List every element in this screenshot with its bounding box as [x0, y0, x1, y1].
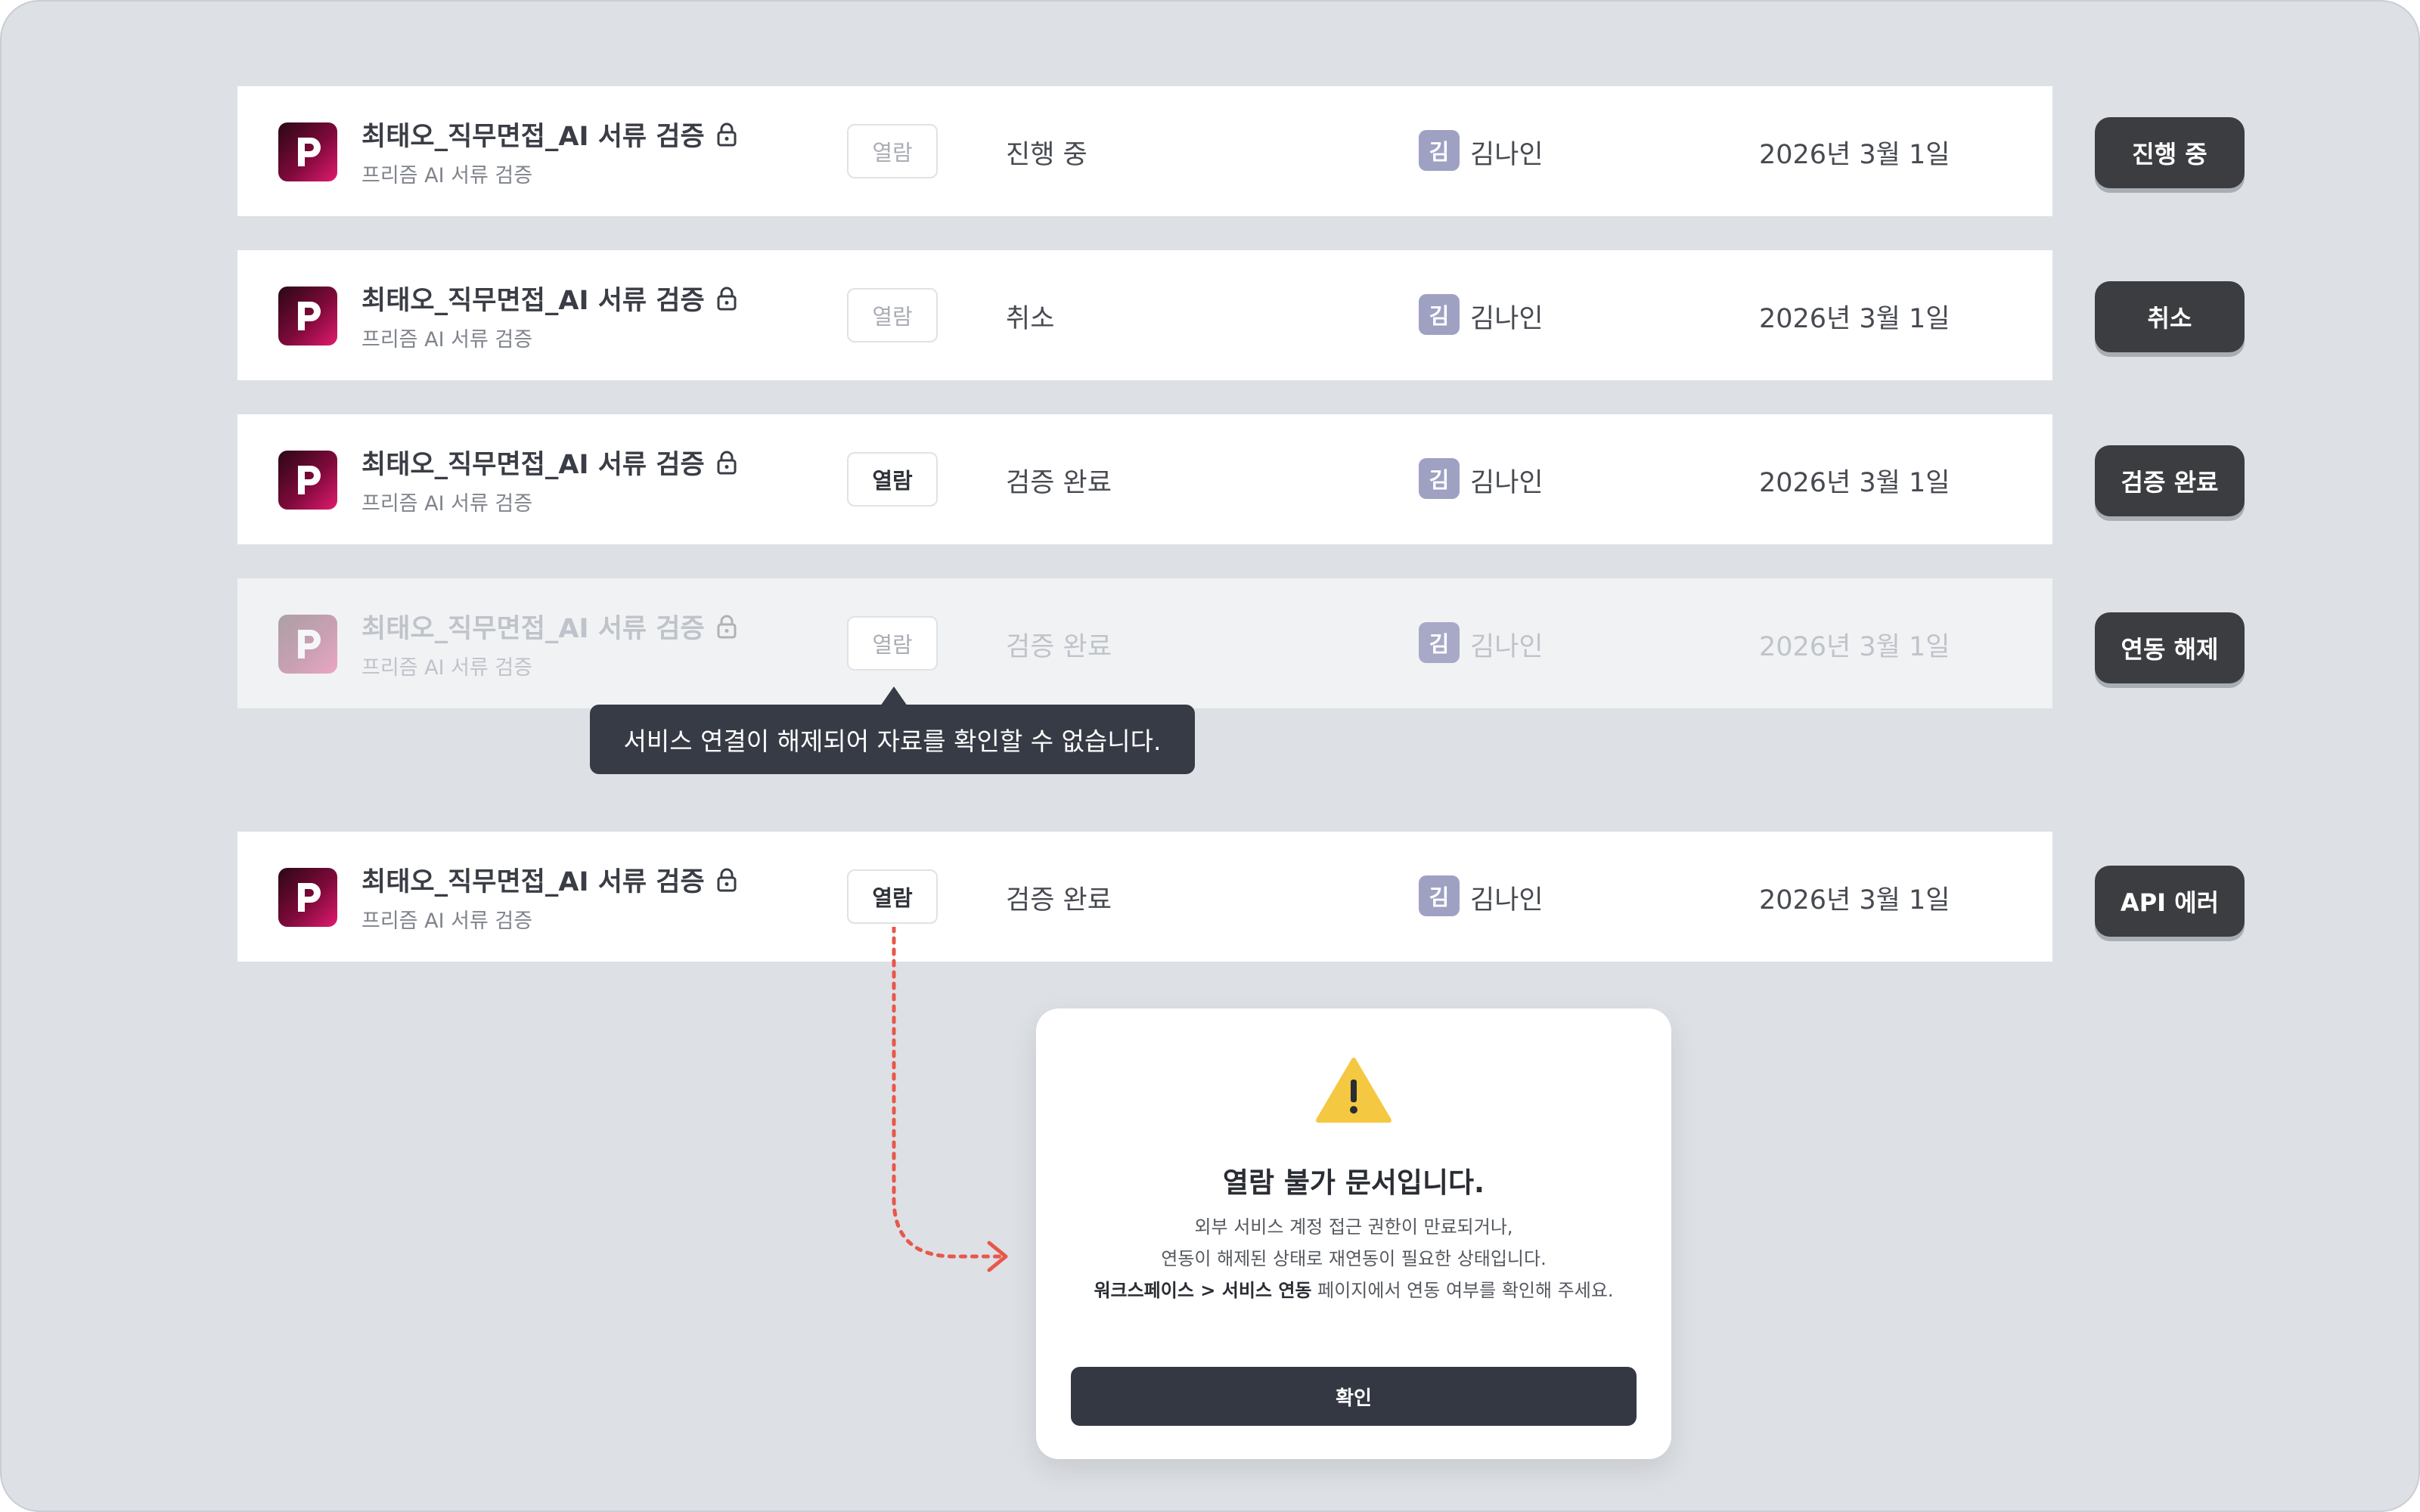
- warning-triangle-icon: [1316, 1058, 1392, 1123]
- canvas: 최태오_직무면접_AI 서류 검증 프리즘 AI 서류 검증 열람 진행 중 김…: [0, 0, 2420, 1512]
- user-name: 김나인: [1470, 468, 1544, 498]
- modal-line: 워크스페이스 > 서비스 연동 페이지에서 연동 여부를 확인해 주세요.: [1094, 1280, 1614, 1301]
- document-subtitle: 프리즘 AI 서류 검증: [361, 656, 533, 680]
- state-button[interactable]: 취소: [2095, 281, 2245, 352]
- confirm-button[interactable]: 확인: [1071, 1367, 1637, 1426]
- view-button[interactable]: 열람: [847, 869, 938, 924]
- unavailable-document-modal: 열람 불가 문서입니다. 외부 서비스 계정 접근 권한이 만료되거나, 연동이…: [1036, 1009, 1671, 1459]
- state-button[interactable]: 검증 완료: [2095, 445, 2245, 516]
- status-text: 검증 완료: [1006, 885, 1112, 916]
- avatar: 김: [1419, 294, 1460, 335]
- lock-icon: [717, 287, 737, 310]
- view-button[interactable]: 열람: [847, 288, 938, 342]
- status-text: 취소: [1006, 304, 1055, 334]
- user-name: 김나인: [1470, 632, 1544, 662]
- document-subtitle: 프리즘 AI 서류 검증: [361, 909, 533, 933]
- document-row[interactable]: 최태오_직무면접_AI 서류 검증 프리즘 AI 서류 검증 열람 진행 중 김…: [237, 86, 2052, 216]
- document-title: 최태오_직무면접_AI 서류 검증: [361, 443, 738, 482]
- connector-arrow-icon: [892, 927, 1008, 1272]
- document-row[interactable]: 최태오_직무면접_AI 서류 검증 프리즘 AI 서류 검증 열람 취소 김 김…: [237, 250, 2052, 380]
- lock-icon: [717, 868, 737, 891]
- status-text: 진행 중: [1006, 140, 1087, 170]
- document-title: 최태오_직무면접_AI 서류 검증: [361, 860, 738, 899]
- date-text: 2026년 3월 1일: [1759, 140, 1950, 170]
- workspace-path: 워크스페이스 > 서비스 연동: [1094, 1280, 1312, 1301]
- avatar: 김: [1419, 130, 1460, 171]
- status-text: 검증 완료: [1006, 468, 1112, 498]
- prism-logo-icon: [278, 122, 337, 181]
- modal-line: 연동이 해제된 상태로 재연동이 필요한 상태입니다.: [1161, 1248, 1547, 1269]
- date-text: 2026년 3월 1일: [1759, 304, 1950, 334]
- lock-icon: [717, 451, 737, 474]
- date-text: 2026년 3월 1일: [1759, 885, 1950, 916]
- view-button[interactable]: 열람: [847, 452, 938, 507]
- document-subtitle: 프리즘 AI 서류 검증: [361, 492, 533, 516]
- state-button[interactable]: 진행 중: [2095, 117, 2245, 188]
- document-subtitle: 프리즘 AI 서류 검증: [361, 164, 533, 187]
- avatar: 김: [1419, 622, 1460, 663]
- status-text: 검증 완료: [1006, 632, 1112, 662]
- document-subtitle: 프리즘 AI 서류 검증: [361, 328, 533, 352]
- view-button[interactable]: 열람: [847, 124, 938, 178]
- prism-logo-icon: [278, 451, 337, 510]
- document-title: 최태오_직무면접_AI 서류 검증: [361, 607, 738, 646]
- view-button[interactable]: 열람: [847, 616, 938, 671]
- user-name: 김나인: [1470, 885, 1544, 916]
- document-row[interactable]: 최태오_직무면접_AI 서류 검증 프리즘 AI 서류 검증 열람 검증 완료 …: [237, 414, 2052, 544]
- tooltip-arrow: [880, 686, 908, 706]
- date-text: 2026년 3월 1일: [1759, 468, 1950, 498]
- state-button[interactable]: 연동 해제: [2095, 612, 2245, 683]
- prism-logo-icon: [278, 615, 337, 674]
- lock-icon: [717, 615, 737, 638]
- disconnected-tooltip: 서비스 연결이 해제되어 자료를 확인할 수 없습니다.: [590, 705, 1195, 774]
- document-title: 최태오_직무면접_AI 서류 검증: [361, 115, 738, 153]
- document-title: 최태오_직무면접_AI 서류 검증: [361, 279, 738, 318]
- user-name: 김나인: [1470, 140, 1544, 170]
- modal-message: 외부 서비스 계정 접근 권한이 만료되거나, 연동이 해제된 상태로 재연동이…: [1036, 1211, 1671, 1306]
- document-row[interactable]: 최태오_직무면접_AI 서류 검증 프리즘 AI 서류 검증 열람 검증 완료 …: [237, 832, 2052, 962]
- avatar: 김: [1419, 458, 1460, 499]
- modal-title: 열람 불가 문서입니다.: [1222, 1167, 1485, 1199]
- date-text: 2026년 3월 1일: [1759, 632, 1950, 662]
- prism-logo-icon: [278, 868, 337, 927]
- lock-icon: [717, 122, 737, 146]
- document-row-disconnected[interactable]: 최태오_직무면접_AI 서류 검증 프리즘 AI 서류 검증 열람 검증 완료 …: [237, 578, 2052, 708]
- modal-line: 외부 서비스 계정 접근 권한이 만료되거나,: [1194, 1216, 1513, 1238]
- state-button[interactable]: API 에러: [2095, 866, 2245, 937]
- avatar: 김: [1419, 875, 1460, 916]
- prism-logo-icon: [278, 287, 337, 345]
- user-name: 김나인: [1470, 304, 1544, 334]
